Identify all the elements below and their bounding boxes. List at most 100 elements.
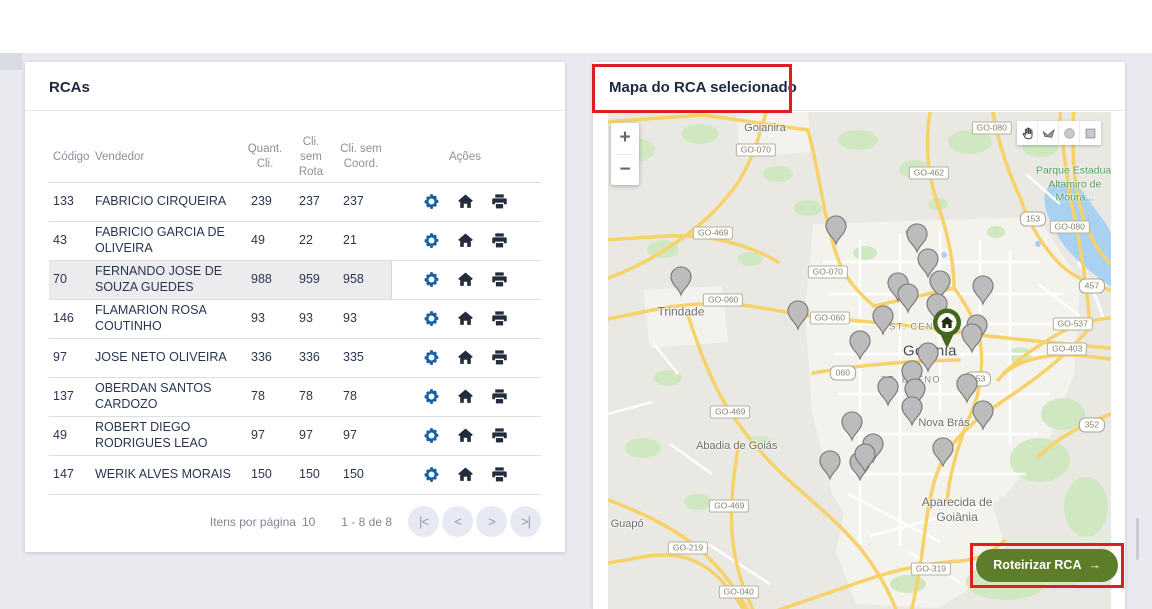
- table-row[interactable]: 147 WERIK ALVES MORAIS 150 150 150: [49, 456, 541, 495]
- client-pin[interactable]: [900, 396, 923, 427]
- road-label: GO-070: [807, 265, 848, 279]
- client-pin[interactable]: [877, 376, 900, 407]
- cell-acoes: [389, 310, 541, 327]
- printer-icon[interactable]: [491, 466, 508, 483]
- polygon-tool-icon[interactable]: [1038, 121, 1059, 145]
- circle-tool-icon[interactable]: [1059, 121, 1080, 145]
- page-size-select[interactable]: 10: [302, 515, 315, 529]
- prev-page-button[interactable]: <: [442, 506, 473, 538]
- cell-vendedor: WERIK ALVES MORAIS: [95, 467, 231, 481]
- client-pin[interactable]: [872, 305, 895, 336]
- city-label: Goianira: [744, 122, 786, 135]
- cell-coord: 335: [343, 350, 364, 364]
- gear-icon[interactable]: [423, 310, 440, 327]
- gear-icon[interactable]: [423, 232, 440, 249]
- printer-icon[interactable]: [491, 232, 508, 249]
- client-pin[interactable]: [854, 443, 877, 474]
- cell-rota: 93: [299, 311, 313, 325]
- home-icon[interactable]: [457, 271, 474, 288]
- cell-acoes: [389, 349, 541, 366]
- road-label: GO-469: [709, 499, 750, 513]
- home-icon[interactable]: [457, 349, 474, 366]
- client-pin[interactable]: [824, 215, 847, 246]
- table-row[interactable]: 97 JOSE NETO OLIVEIRA 336 336 335: [49, 339, 541, 378]
- cell-coord: 150: [343, 467, 364, 481]
- square-tool-icon[interactable]: [1080, 121, 1101, 145]
- zoom-out-button[interactable]: −: [611, 155, 639, 186]
- home-icon[interactable]: [457, 466, 474, 483]
- client-pin[interactable]: [896, 283, 919, 314]
- column-header-vendedor: Vendedor: [95, 150, 145, 163]
- cell-quant: 93: [251, 311, 265, 325]
- table-row[interactable]: 49 ROBERT DIEGO RODRIGUES LEAO 97 97 97: [49, 417, 541, 456]
- cell-rota: 237: [299, 194, 320, 208]
- cell-acoes: [389, 271, 541, 288]
- roteirizar-rca-button[interactable]: Roteirizar RCA →: [976, 549, 1118, 582]
- zoom-in-button[interactable]: +: [611, 123, 639, 154]
- paginator-range: 1 - 8 de 8: [341, 514, 392, 529]
- gear-icon[interactable]: [423, 349, 440, 366]
- road-label: GO-537: [1052, 317, 1093, 331]
- gear-icon[interactable]: [423, 388, 440, 405]
- gear-icon[interactable]: [423, 466, 440, 483]
- home-icon[interactable]: [457, 427, 474, 444]
- divider: [593, 110, 1125, 111]
- next-page-button[interactable]: >: [476, 506, 507, 538]
- client-pin[interactable]: [972, 400, 995, 431]
- cell-acoes: [389, 427, 541, 444]
- cell-coord: 97: [343, 428, 357, 442]
- table-body: 133 FABRICIO CIRQUEIRA 239 237 237 43 FABRICIO…: [49, 183, 541, 495]
- road-label: GO-060: [703, 293, 744, 307]
- client-pin[interactable]: [669, 266, 692, 297]
- cell-codigo: 43: [53, 233, 67, 247]
- cell-vendedor: FLAMARION ROSA COUTINHO: [95, 303, 207, 333]
- client-pin[interactable]: [787, 300, 810, 331]
- printer-icon[interactable]: [491, 349, 508, 366]
- client-pin[interactable]: [972, 275, 995, 306]
- client-pin[interactable]: [961, 323, 984, 354]
- cell-codigo: 133: [53, 194, 74, 208]
- table-row[interactable]: 43 FABRICIO GARCIA DE OLIVEIRA 49 22 21: [49, 222, 541, 261]
- last-page-button[interactable]: >|: [510, 506, 541, 538]
- road-label: GO-080: [971, 121, 1012, 135]
- cell-rota: 22: [299, 233, 313, 247]
- printer-icon[interactable]: [491, 271, 508, 288]
- arrow-right-icon: →: [1088, 558, 1102, 572]
- cell-coord: 21: [343, 233, 357, 247]
- cell-vendedor: FABRICIO GARCIA DE OLIVEIRA: [95, 225, 225, 255]
- gear-icon[interactable]: [423, 193, 440, 210]
- home-icon[interactable]: [457, 232, 474, 249]
- rcas-panel: RCAs Código Vendedor Quant. Cli. Cli. sem R…: [25, 62, 565, 552]
- home-icon[interactable]: [457, 193, 474, 210]
- client-pin[interactable]: [931, 437, 954, 468]
- road-label: 457: [1078, 278, 1105, 294]
- printer-icon[interactable]: [491, 388, 508, 405]
- cell-quant: 97: [251, 428, 265, 442]
- pan-hand-icon[interactable]: [1017, 121, 1038, 145]
- printer-icon[interactable]: [491, 427, 508, 444]
- cell-vendedor: JOSE NETO OLIVEIRA: [95, 350, 227, 364]
- client-pin[interactable]: [818, 450, 841, 481]
- printer-icon[interactable]: [491, 193, 508, 210]
- scrollbar-thumb[interactable]: [1136, 518, 1139, 560]
- cell-codigo: 49: [53, 428, 67, 442]
- gear-icon[interactable]: [423, 427, 440, 444]
- table-row[interactable]: 133 FABRICIO CIRQUEIRA 239 237 237: [49, 183, 541, 222]
- table-row[interactable]: 146 FLAMARION ROSA COUTINHO 93 93 93: [49, 300, 541, 339]
- first-page-button[interactable]: |<: [408, 506, 439, 538]
- printer-icon[interactable]: [491, 310, 508, 327]
- map-canvas[interactable]: GO-080 GO-070 GO-462 GO-080 GO-469 GO-070 GO-0…: [608, 112, 1111, 609]
- home-icon[interactable]: [457, 310, 474, 327]
- gear-icon[interactable]: [423, 271, 440, 288]
- table-row[interactable]: 70 FERNANDO JOSE DE SOUZA GUEDES 988 959 958: [49, 260, 541, 300]
- rca-home-marker[interactable]: [930, 307, 964, 351]
- cell-rota: 97: [299, 428, 313, 442]
- client-pin[interactable]: [840, 411, 863, 442]
- map-drawing-toolbar: [1017, 121, 1101, 145]
- client-pin[interactable]: [849, 330, 872, 361]
- cell-quant: 150: [251, 467, 272, 481]
- items-per-page-label: Itens por página: [209, 514, 296, 529]
- home-icon[interactable]: [457, 388, 474, 405]
- highlight-box-route-button: Roteirizar RCA →: [970, 543, 1124, 588]
- table-row[interactable]: 137 OBERDAN SANTOS CARDOZO 78 78 78: [49, 378, 541, 417]
